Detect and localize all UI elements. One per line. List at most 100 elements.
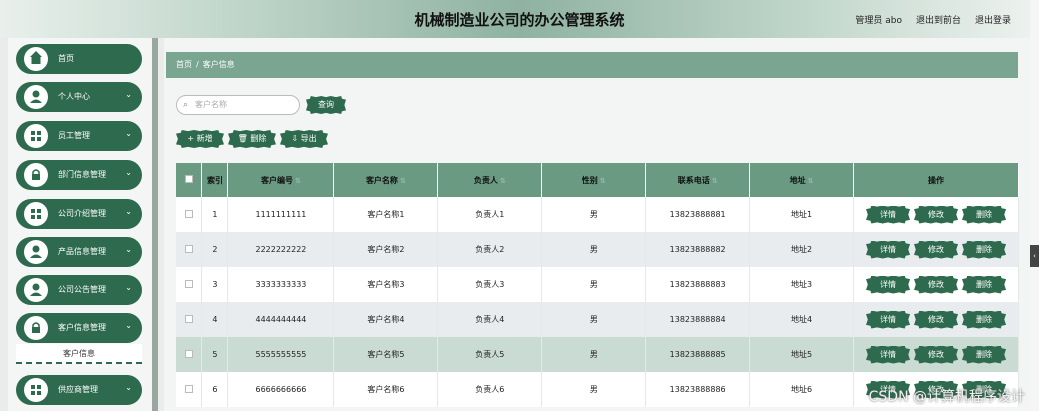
row-delete-button[interactable]: 删除 <box>962 275 1007 294</box>
sidebar-item-department[interactable]: 部门信息管理 ⌄ <box>16 160 142 190</box>
main-content: 首页 / 客户信息 ⌕ 客户名称 查询 + 新增 🗑 删除 ⇩ 导出 索引 客户编号… <box>164 38 1030 411</box>
row-checkbox[interactable] <box>184 349 193 358</box>
header-ops: 操作 <box>853 163 1019 197</box>
detail-button[interactable]: 详情 <box>866 275 911 294</box>
watermark: CSDN @计算机程序设计 <box>868 389 1025 405</box>
cell-phone: 13823888886 <box>645 372 751 407</box>
row-delete-button[interactable]: 删除 <box>962 240 1007 259</box>
cell-phone: 13823888885 <box>645 337 751 372</box>
edit-button[interactable]: 修改 <box>914 345 959 364</box>
sidebar-item-product[interactable]: 产品信息管理 ⌄ <box>16 237 142 267</box>
chevron-down-icon: ⌄ <box>125 129 132 138</box>
search-button[interactable]: 查询 <box>306 96 346 114</box>
cell-person: 负责人3 <box>437 267 543 302</box>
header-person[interactable]: 负责人 ⇅ <box>437 163 543 197</box>
cell-person: 负责人1 <box>437 197 543 232</box>
grid-icon <box>24 124 48 148</box>
logout-link[interactable]: 退出登录 <box>975 13 1011 26</box>
sidebar-item-supplier[interactable]: 供应商管理 ⌄ <box>16 375 142 405</box>
edit-button[interactable]: 修改 <box>914 240 959 259</box>
search-placeholder: 客户名称 <box>195 100 227 109</box>
header-phone[interactable]: 联系电话 ⇅ <box>645 163 751 197</box>
row-checkbox[interactable] <box>184 244 193 253</box>
sidebar-item-staff[interactable]: 员工管理 ⌄ <box>16 121 142 151</box>
row-checkbox[interactable] <box>184 314 193 323</box>
cell-code: 2222222222 <box>227 232 335 267</box>
cell-name: 客户名称5 <box>333 337 439 372</box>
person-icon <box>24 240 48 264</box>
search-input[interactable]: ⌕ 客户名称 <box>176 95 300 115</box>
sidebar-item-notice[interactable]: 公司公告管理 ⌄ <box>16 275 142 305</box>
cell-ops: 详情 修改 删除 <box>853 337 1019 372</box>
back-to-front-link[interactable]: 退出到前台 <box>916 13 961 26</box>
person-icon <box>24 278 48 302</box>
lock-icon <box>24 163 48 187</box>
table-row[interactable]: 1 1111111111 客户名称1 负责人1 男 13823888881 地址… <box>176 197 1019 232</box>
table-row[interactable]: 3 3333333333 客户名称3 负责人3 男 13823888883 地址… <box>176 267 1019 302</box>
sidebar-item-profile[interactable]: 个人中心 ⌄ <box>16 82 142 112</box>
cell-person: 负责人4 <box>437 302 543 337</box>
header-code[interactable]: 客户编号 ⇅ <box>227 163 335 197</box>
table-header-row: 索引 客户编号 ⇅ 客户名称 ⇅ 负责人 ⇅ 性别 ⇅ 联系电话 ⇅ 地址 ⇅ 操作 <box>176 163 1019 197</box>
edit-button[interactable]: 修改 <box>914 205 959 224</box>
cell-name: 客户名称4 <box>333 302 439 337</box>
detail-button[interactable]: 详情 <box>866 240 911 259</box>
cell-address: 地址3 <box>749 267 855 302</box>
delete-button[interactable]: 🗑 删除 <box>228 130 276 148</box>
header-address[interactable]: 地址 ⇅ <box>749 163 855 197</box>
cell-index: 4 <box>201 302 229 337</box>
sidebar-item-company-intro[interactable]: 公司介绍管理 ⌄ <box>16 199 142 229</box>
select-all-header <box>176 163 203 197</box>
header-links: 管理员 abo 退出到前台 退出登录 <box>855 13 1011 26</box>
row-checkbox[interactable] <box>184 209 193 218</box>
cell-gender: 男 <box>541 337 647 372</box>
table-row[interactable]: 2 2222222222 客户名称2 负责人2 男 13823888882 地址… <box>176 232 1019 267</box>
detail-button[interactable]: 详情 <box>866 310 911 329</box>
breadcrumb-home[interactable]: 首页 <box>176 60 192 69</box>
chevron-down-icon: ⌄ <box>125 168 132 177</box>
export-button[interactable]: ⇩ 导出 <box>280 130 328 148</box>
sidebar-item-customer[interactable]: 客户信息管理 ⌄ <box>16 313 142 343</box>
cell-index: 5 <box>201 337 229 372</box>
submenu-customer-info[interactable]: 客户信息 <box>16 344 142 364</box>
chevron-down-icon: ⌄ <box>125 90 132 99</box>
cell-index: 6 <box>201 372 229 407</box>
row-delete-button[interactable]: 删除 <box>962 205 1007 224</box>
table-row[interactable]: 5 5555555555 客户名称5 负责人5 男 13823888885 地址… <box>176 337 1019 372</box>
cell-gender: 男 <box>541 302 647 337</box>
add-button[interactable]: + 新增 <box>176 130 224 148</box>
header-name[interactable]: 客户名称 ⇅ <box>333 163 439 197</box>
cell-phone: 13823888882 <box>645 232 751 267</box>
cell-index: 3 <box>201 267 229 302</box>
cell-address: 地址4 <box>749 302 855 337</box>
edit-button[interactable]: 修改 <box>914 310 959 329</box>
chevron-down-icon: ⌄ <box>125 245 132 254</box>
sort-icon: ⇅ <box>399 176 406 185</box>
sidebar-item-home[interactable]: 首页 <box>16 44 142 74</box>
row-delete-button[interactable]: 删除 <box>962 345 1007 364</box>
header-gender[interactable]: 性别 ⇅ <box>541 163 647 197</box>
right-scrollbar[interactable] <box>1030 0 1039 411</box>
row-delete-button[interactable]: 删除 <box>962 310 1007 329</box>
select-all-checkbox[interactable] <box>184 175 193 183</box>
sort-icon: ⇅ <box>599 176 606 185</box>
admin-user[interactable]: 管理员 abo <box>855 13 902 26</box>
detail-button[interactable]: 详情 <box>866 345 911 364</box>
cell-ops: 详情 修改 删除 <box>853 302 1019 337</box>
cell-code: 4444444444 <box>227 302 335 337</box>
cell-gender: 男 <box>541 197 647 232</box>
breadcrumb: 首页 / 客户信息 <box>166 52 1018 78</box>
top-header: 机械制造业公司的办公管理系统 管理员 abo 退出到前台 退出登录 <box>0 0 1039 38</box>
cell-phone: 13823888883 <box>645 267 751 302</box>
detail-button[interactable]: 详情 <box>866 205 911 224</box>
row-checkbox[interactable] <box>184 279 193 288</box>
collapse-chevron-icon[interactable]: ‹ <box>1030 245 1039 267</box>
cell-gender: 男 <box>541 372 647 407</box>
row-checkbox[interactable] <box>184 384 193 393</box>
cell-person: 负责人2 <box>437 232 543 267</box>
table-row[interactable]: 4 4444444444 客户名称4 负责人4 男 13823888884 地址… <box>176 302 1019 337</box>
sort-icon: ⇅ <box>711 176 718 185</box>
edit-button[interactable]: 修改 <box>914 275 959 294</box>
chevron-down-icon: ⌄ <box>125 207 132 216</box>
grid-icon <box>24 378 48 402</box>
